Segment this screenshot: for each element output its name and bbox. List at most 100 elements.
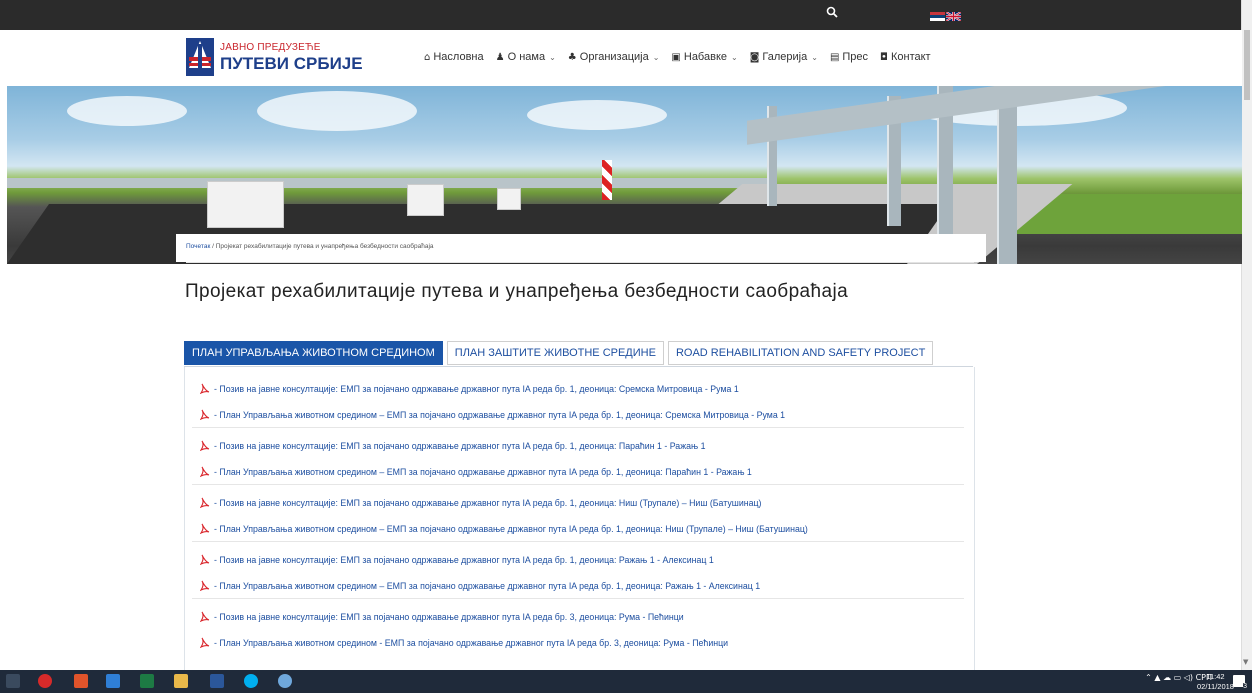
pdf-icon [200, 611, 210, 622]
app-icon[interactable] [106, 674, 120, 688]
nav-label: Прес [842, 51, 869, 63]
nav-home[interactable]: ⌂ Насловна [424, 51, 484, 63]
nav-label: О нама [507, 51, 546, 63]
cloud-icon[interactable]: ☁ [1163, 673, 1171, 682]
tab-environmental-management-plan[interactable]: ПЛАН УПРАВЉАЊА ЖИВОТНОМ СРЕДИНОМ [184, 341, 443, 365]
pdf-icon [200, 497, 210, 508]
excel-icon[interactable] [140, 674, 154, 688]
pdf-icon [200, 580, 210, 591]
document-link[interactable]: - Позив на јавне консултације: ЕМП за по… [200, 554, 714, 565]
scroll-down-icon[interactable]: ▼ [1243, 658, 1248, 666]
tab-bar: ПЛАН УПРАВЉАЊА ЖИВОТНОМ СРЕДИНОМ ПЛАН ЗА… [184, 341, 937, 365]
nav-organization[interactable]: ♣ Организација ⌄ [568, 51, 660, 63]
document-link[interactable]: - Позив на јавне консултације: ЕМП за по… [200, 611, 684, 622]
nav-label: Галерија [762, 51, 808, 63]
documents-icon: ▣ [671, 51, 681, 63]
document-link-text: - План Управљања животном средином – ЕМП… [214, 467, 752, 477]
nav-procurement[interactable]: ▣ Набавке ⌄ [671, 51, 737, 63]
newspaper-icon: ▤ [829, 51, 840, 63]
pdf-icon [200, 523, 210, 534]
chevron-down-icon: ⌄ [811, 52, 818, 62]
logo-line1: ЈАВНО ПРЕДУЗЕЋЕ [220, 42, 321, 53]
document-link-text: - План Управљања животном средином – ЕМП… [214, 581, 761, 591]
network-icon[interactable]: ▲ [1154, 673, 1160, 682]
file-explorer-icon[interactable] [174, 674, 188, 688]
pdf-icon [200, 637, 210, 648]
document-link[interactable]: - План Управљања животном средином – ЕМП… [200, 409, 785, 420]
document-link-text: - Позив на јавне консултације: ЕМП за по… [214, 612, 684, 622]
document-link-text: - Позив на јавне консултације: ЕМП за по… [214, 384, 739, 394]
opera-icon[interactable] [38, 674, 52, 688]
document-link-text: - План Управљања животном средином – ЕМП… [214, 410, 786, 420]
chevron-down-icon: ⌄ [549, 52, 556, 62]
camera-icon: ◙ [749, 51, 760, 63]
document-link[interactable]: - Позив на јавне консултације: ЕМП за по… [200, 383, 739, 394]
app-icon[interactable] [74, 674, 88, 688]
notification-center-icon[interactable]: 3 [1233, 675, 1247, 690]
nav-label: Организација [579, 51, 649, 63]
document-group-divider [192, 427, 964, 428]
document-link[interactable]: - План Управљања животном средином – ЕМП… [200, 523, 808, 534]
search-icon[interactable] [826, 6, 838, 18]
tray-chevron-icon[interactable]: ⌃ [1145, 673, 1152, 682]
document-link[interactable]: - План Управљања животном средином – ЕМП… [200, 466, 752, 477]
taskbar-clock[interactable]: 11:42 02/11/2018 [1197, 672, 1234, 692]
nav-label: Набавке [683, 51, 727, 63]
document-link-text: - Позив на јавне консултације: ЕМП за по… [214, 441, 706, 451]
document-link[interactable]: - План Управљања животном средином - ЕМП… [200, 637, 728, 648]
nav-contact[interactable]: ◘ Контакт [880, 51, 931, 63]
document-group-divider [192, 598, 964, 599]
logo-mark-icon [186, 38, 214, 76]
pdf-icon [200, 554, 210, 565]
breadcrumb-home-link[interactable]: Почетак [186, 243, 210, 250]
breadcrumb-separator: / [212, 243, 214, 250]
document-link-text: - План Управљања животном средином – ЕМП… [214, 524, 808, 534]
nav-label: Насловна [433, 51, 484, 63]
document-link[interactable]: - План Управљања животном средином – ЕМП… [200, 580, 760, 591]
breadcrumb: Почетак / Пројекат рехабилитације путева… [186, 243, 434, 250]
volume-icon[interactable]: ◁) [1184, 673, 1193, 682]
chevron-down-icon: ⌄ [652, 52, 660, 62]
sitemap-icon: ♣ [567, 51, 577, 63]
document-group-divider [192, 484, 964, 485]
word-icon[interactable] [210, 674, 224, 688]
chevron-down-icon: ⌄ [731, 52, 738, 62]
nav-press[interactable]: ▤ Прес [830, 51, 868, 63]
home-icon: ⌂ [424, 51, 431, 63]
pdf-icon [200, 466, 210, 477]
document-link-text: - Позив на јавне консултације: ЕМП за по… [214, 555, 714, 565]
site-logo[interactable]: ЈАВНО ПРЕДУЗЕЋЕ ПУТЕВИ СРБИЈЕ [186, 38, 363, 80]
breadcrumb-current: Пројекат рехабилитације путева и унапређ… [215, 243, 434, 250]
pdf-icon [200, 409, 210, 420]
skype-icon[interactable] [244, 674, 258, 688]
document-link[interactable]: - Позив на јавне консултације: ЕМП за по… [200, 497, 761, 508]
document-link[interactable]: - Позив на јавне консултације: ЕМП за по… [200, 440, 705, 451]
clock-date: 02/11/2018 [1197, 682, 1234, 691]
user-icon: ♟ [495, 51, 505, 63]
nav-gallery[interactable]: ◙ Галерија ⌄ [750, 51, 818, 63]
serbian-flag-icon[interactable] [930, 12, 945, 21]
page-title: Пројекат рехабилитације путева и унапређ… [185, 281, 849, 302]
pdf-icon [200, 383, 210, 394]
contact-icon: ◘ [880, 51, 888, 63]
clock-time: 11:42 [1206, 672, 1225, 681]
notification-count: 3 [1243, 683, 1247, 690]
monitor-icon[interactable]: ▭ [1174, 673, 1182, 682]
breadcrumb-divider [186, 262, 974, 263]
nav-about[interactable]: ♟ О нама ⌄ [496, 51, 556, 63]
browser-icon[interactable] [278, 674, 292, 688]
tab-environmental-protection-plan[interactable]: ПЛАН ЗАШТИТЕ ЖИВОТНЕ СРЕДИНЕ [446, 341, 664, 365]
main-nav: ⌂ Насловна ♟ О нама ⌄ ♣ Организација ⌄ ▣ Набав… [424, 51, 943, 63]
document-link-text: - Позив на јавне консултације: ЕМП за по… [214, 498, 762, 508]
document-link-text: - План Управљања животном средином - ЕМП… [214, 638, 729, 648]
page-scrollbar[interactable]: ▼ [1241, 0, 1252, 670]
scrollbar-thumb[interactable] [1244, 30, 1250, 100]
site-header: ЈАВНО ПРЕДУЗЕЋЕ ПУТЕВИ СРБИЈЕ ⌂ Насловна … [0, 30, 1242, 86]
start-icon[interactable] [6, 674, 20, 688]
logo-line2: ПУТЕВИ СРБИЈЕ [220, 54, 363, 73]
nav-label: Контакт [890, 51, 931, 63]
document-group-divider [192, 541, 964, 542]
top-bar [0, 0, 1242, 30]
uk-flag-icon[interactable] [946, 12, 961, 21]
tab-road-rehabilitation-project[interactable]: ROAD REHABILITATION AND SAFETY PROJECT [667, 341, 934, 365]
